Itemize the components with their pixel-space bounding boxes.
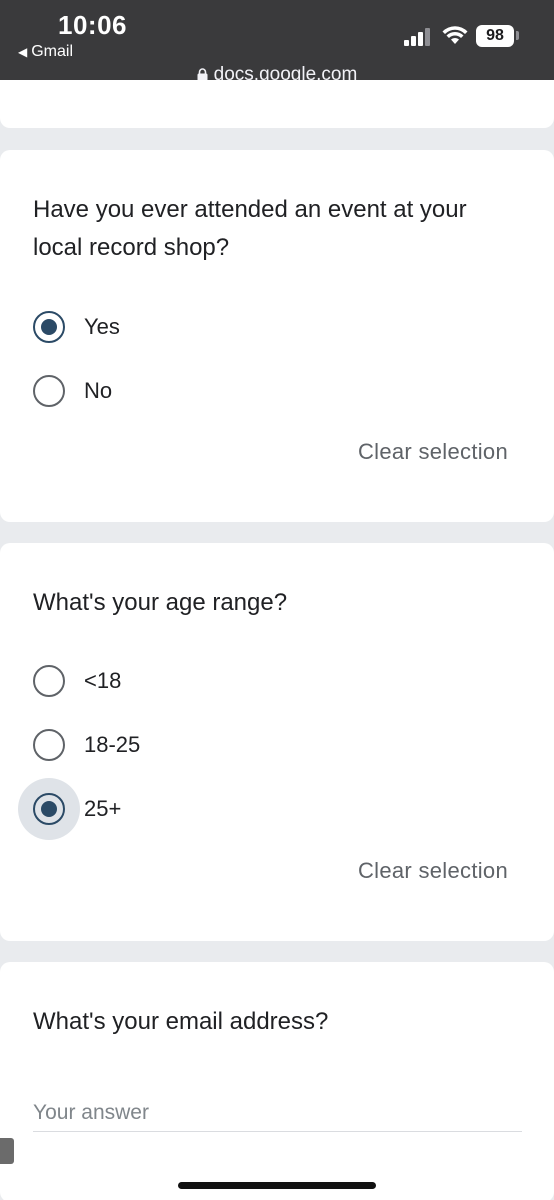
question-title: What's your email address? [33,1008,329,1035]
option-label: No [84,378,113,403]
option-yes[interactable]: Yes [18,296,120,358]
wifi-icon [442,26,468,44]
back-to-app-link[interactable]: ◀ Gmail [18,43,73,61]
battery-icon: 98 [476,25,514,47]
option-label: 18-25 [84,732,141,757]
radio-button-checked[interactable] [33,311,65,343]
home-indicator[interactable] [178,1182,376,1189]
radio-button-checked[interactable] [33,793,65,825]
status-time: 10:06 [58,10,127,40]
option-label: Yes [84,314,120,339]
radio-target[interactable] [18,778,80,840]
previous-question-card [0,80,554,128]
radio-button[interactable] [33,729,65,761]
clear-selection-button[interactable]: Clear selection [358,858,508,884]
radio-target[interactable] [18,714,80,776]
question-card-email: What's your email address? [0,962,554,1200]
back-app-label: Gmail [31,43,74,60]
question-title: What's your age range? [33,589,288,616]
option-under-18[interactable]: <18 [18,650,121,712]
option-label: <18 [84,668,122,693]
radio-button[interactable] [33,375,65,407]
cellular-signal-icon [404,28,430,46]
question-card-age: What's your age range? <18 18-25 25+ Cle… [0,543,554,941]
radio-button[interactable] [33,665,65,697]
form-page: 10:06 ◀ Gmail 98 docs.google.com Have yo… [0,0,554,1200]
battery-tip [516,31,519,40]
option-25-plus[interactable]: 25+ [18,778,121,840]
side-handle[interactable] [0,1138,14,1164]
option-label: 25+ [84,796,122,821]
email-answer-input[interactable] [33,1094,522,1132]
clear-selection-button[interactable]: Clear selection [358,439,508,465]
option-no[interactable]: No [18,360,112,422]
option-18-25[interactable]: 18-25 [18,714,140,776]
radio-target[interactable] [18,650,80,712]
back-arrow-icon: ◀ [18,45,28,59]
radio-target[interactable] [18,296,80,358]
radio-target[interactable] [18,360,80,422]
question-card-event: Have you ever attended an event at your … [0,150,554,522]
question-title: Have you ever attended an event at your … [33,196,467,261]
